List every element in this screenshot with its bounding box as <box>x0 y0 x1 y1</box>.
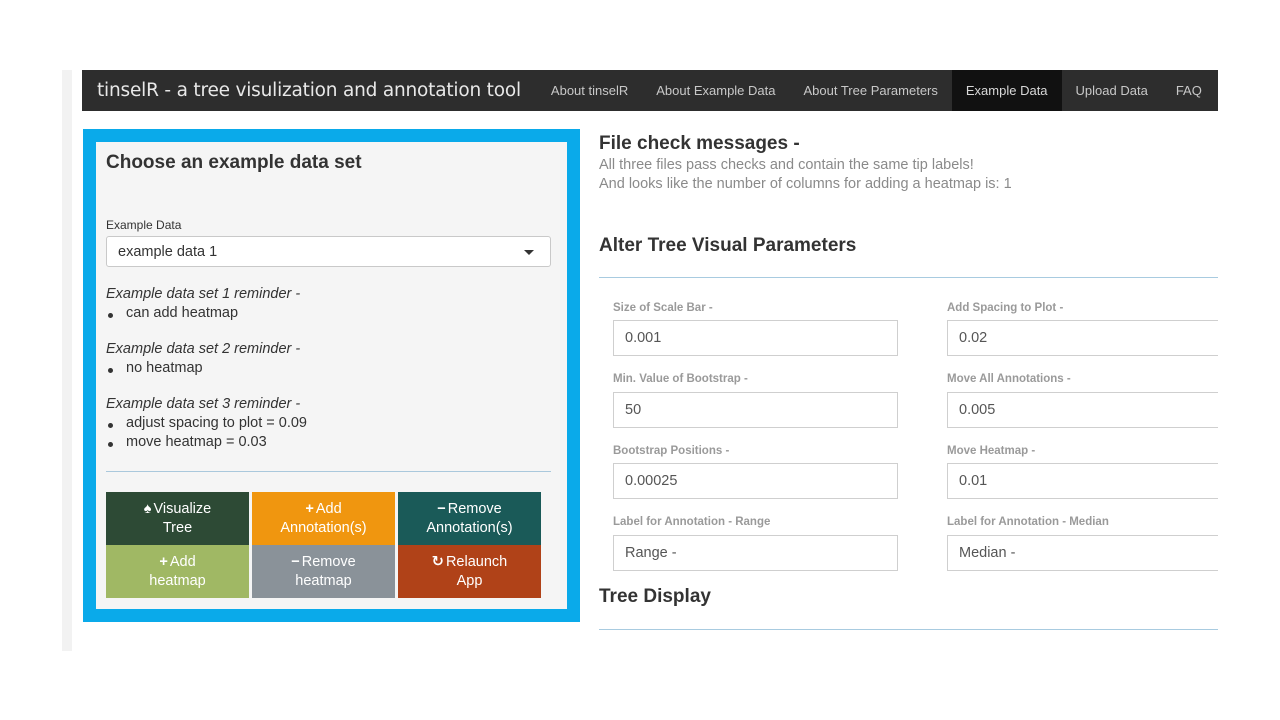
button-label: heatmap <box>149 572 206 589</box>
move-annotations-input[interactable]: 0.005 <box>947 392 1232 428</box>
refresh-icon: ↻ <box>431 553 444 570</box>
relaunch-app-button[interactable]: ↻ Relaunch App <box>398 545 541 598</box>
move-annotations-label: Move All Annotations - <box>947 373 1071 385</box>
nav-upload-data[interactable]: Upload Data <box>1062 70 1162 111</box>
plus-icon: + <box>159 553 168 570</box>
add-annotations-button[interactable]: + Add Annotation(s) <box>252 492 395 545</box>
reminder-bullet: move heatmap = 0.03 <box>106 434 307 453</box>
button-label: Remove <box>447 500 502 517</box>
example-data-select[interactable]: example data 1 <box>106 236 551 267</box>
remove-heatmap-button[interactable]: − Remove heatmap <box>252 545 395 598</box>
params-title: Alter Tree Visual Parameters <box>599 235 857 256</box>
tree-display-title: Tree Display <box>599 586 711 607</box>
file-check-message: And looks like the number of columns for… <box>599 176 1012 192</box>
plus-icon: + <box>305 500 314 517</box>
bootstrap-positions-input[interactable]: 0.00025 <box>613 463 898 499</box>
nav-about-tree-parameters[interactable]: About Tree Parameters <box>789 70 951 111</box>
scale-bar-input[interactable]: 0.001 <box>613 320 898 356</box>
nav-example-data[interactable]: Example Data <box>951 70 1062 111</box>
example-data-label: Example Data <box>106 218 182 232</box>
button-label: Tree <box>162 519 193 536</box>
move-heatmap-label: Move Heatmap - <box>947 445 1036 457</box>
tree-icon: ♠ <box>143 500 152 517</box>
bootstrap-positions-label: Bootstrap Positions - <box>613 445 730 457</box>
reminder-bullet: no heatmap <box>106 360 300 379</box>
button-label: Visualize <box>153 500 212 517</box>
reminder-head: Example data set 3 reminder - <box>106 396 301 412</box>
button-label: Relaunch <box>445 553 508 570</box>
bootstrap-min-input[interactable]: 50 <box>613 392 898 428</box>
bootstrap-min-label: Min. Value of Bootstrap - <box>613 373 748 385</box>
nav-about-tinselr[interactable]: About tinselR <box>537 70 642 111</box>
button-label: Add <box>315 500 342 517</box>
nav-about-example-data[interactable]: About Example Data <box>642 70 789 111</box>
plot-spacing-label: Add Spacing to Plot - <box>947 302 1064 314</box>
params-divider <box>599 277 1218 278</box>
file-check-message: All three files pass checks and contain … <box>599 157 974 173</box>
sidebar-title: Choose an example data set <box>106 152 362 173</box>
chevron-down-icon <box>524 250 534 255</box>
select-value: example data 1 <box>118 244 218 260</box>
tree-display-divider <box>599 629 1218 630</box>
navbar: tinselR - a tree visulization and annota… <box>82 70 1218 111</box>
reminder-head: Example data set 1 reminder - <box>106 286 301 302</box>
annotation-range-label: Label for Annotation - Range <box>613 516 771 528</box>
annotation-median-input[interactable]: Median - <box>947 535 1232 571</box>
reminder-2: Example data set 2 reminder - no heatmap <box>106 341 300 379</box>
add-heatmap-button[interactable]: + Add heatmap <box>106 545 249 598</box>
annotation-median-label: Label for Annotation - Median <box>947 516 1109 528</box>
reminder-bullet: can add heatmap <box>106 305 300 324</box>
app-brand[interactable]: tinselR - a tree visulization and annota… <box>82 70 537 111</box>
button-label: Annotation(s) <box>280 519 367 536</box>
scale-bar-label: Size of Scale Bar - <box>613 302 713 314</box>
button-label: App <box>456 572 483 589</box>
sidebar-panel: Choose an example data set Example Data … <box>96 142 567 609</box>
button-label: Remove <box>301 553 356 570</box>
button-label: Add <box>169 553 196 570</box>
plot-spacing-input[interactable]: 0.02 <box>947 320 1232 356</box>
reminder-bullet: adjust spacing to plot = 0.09 <box>106 415 307 434</box>
page-margin <box>1218 0 1280 720</box>
minus-icon: − <box>291 553 300 570</box>
reminder-1: Example data set 1 reminder - can add he… <box>106 286 300 324</box>
reminder-3: Example data set 3 reminder - adjust spa… <box>106 396 307 453</box>
nav-faq[interactable]: FAQ <box>1162 70 1216 111</box>
move-heatmap-input[interactable]: 0.01 <box>947 463 1232 499</box>
file-check-title: File check messages - <box>599 133 800 154</box>
button-label: Annotation(s) <box>426 519 513 536</box>
remove-annotations-button[interactable]: − Remove Annotation(s) <box>398 492 541 545</box>
annotation-range-input[interactable]: Range - <box>613 535 898 571</box>
sidebar-divider <box>106 471 551 472</box>
minus-icon: − <box>437 500 446 517</box>
button-label: heatmap <box>295 572 352 589</box>
visualize-tree-button[interactable]: ♠ Visualize Tree <box>106 492 249 545</box>
reminder-head: Example data set 2 reminder - <box>106 341 301 357</box>
